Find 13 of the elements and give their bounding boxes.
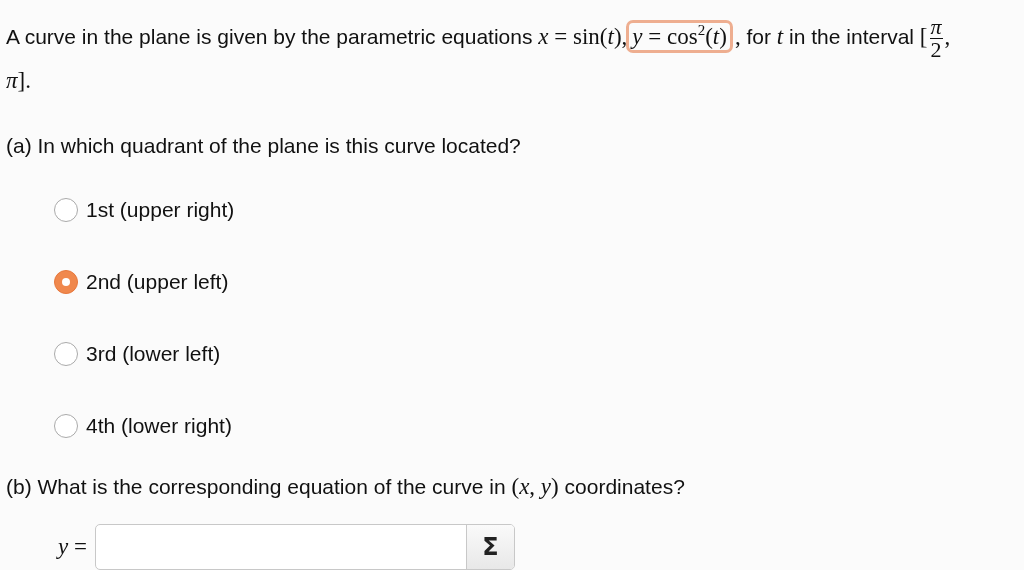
radio-button[interactable]: [54, 197, 78, 222]
option-label: 3rd (lower left): [86, 341, 221, 366]
radio-button[interactable]: [54, 341, 78, 366]
option-label: 1st (upper right): [86, 197, 235, 222]
question-text: (b) What is the corresponding equation of the curve in (x, y) coordinates?: [6, 473, 686, 501]
question-text: (a) In which quadrant of the plane is this curve located?: [6, 133, 522, 159]
answer-field[interactable]: Σ: [94, 524, 515, 570]
radio-button[interactable]: [54, 413, 78, 438]
option-label: 2nd (upper left): [86, 269, 229, 294]
equation-editor-button[interactable]: Σ: [465, 525, 514, 569]
option-label: 4th (lower right): [86, 413, 232, 438]
answer-label: y =: [58, 534, 87, 560]
radio-button[interactable]: [54, 269, 78, 294]
